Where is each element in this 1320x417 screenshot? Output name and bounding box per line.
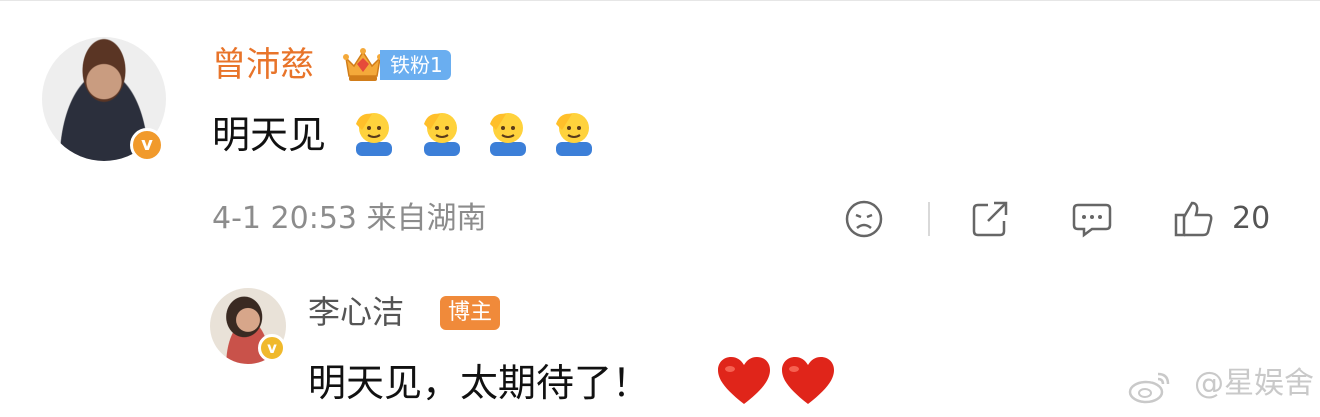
share-icon[interactable] [968, 197, 1012, 241]
verified-badge-icon: v [130, 128, 164, 162]
reply-text: 明天见，太期待了！ [308, 361, 651, 405]
like-count: 20 [1232, 201, 1271, 236]
heart-icon [782, 357, 834, 404]
salute-emoji-icon [490, 113, 526, 156]
salute-emoji-icon [356, 113, 392, 156]
sad-face-icon[interactable] [842, 197, 886, 241]
salute-emoji-icon [556, 113, 592, 156]
crown-icon [343, 48, 383, 81]
fan-level-badge: 铁粉1 [380, 50, 451, 80]
salute-emoji-icon [424, 113, 460, 156]
comment-text: 明天见 [212, 113, 327, 157]
heart-icon [718, 357, 770, 404]
watermark-text: @星娱舍 [1194, 366, 1314, 401]
comment-icon[interactable] [1070, 197, 1114, 241]
weibo-logo-icon [1128, 372, 1170, 404]
comment-username[interactable]: 曾沛慈 [212, 42, 314, 88]
blogger-badge: 博主 [440, 296, 501, 330]
thumbs-up-icon[interactable] [1172, 197, 1216, 241]
verified-badge-icon: v [258, 334, 286, 362]
reply-username[interactable]: 李心洁 [308, 290, 404, 334]
comment-timestamp: 4-1 20:53 来自湖南 [212, 201, 487, 236]
action-divider [928, 202, 930, 236]
top-divider [0, 0, 1320, 1]
